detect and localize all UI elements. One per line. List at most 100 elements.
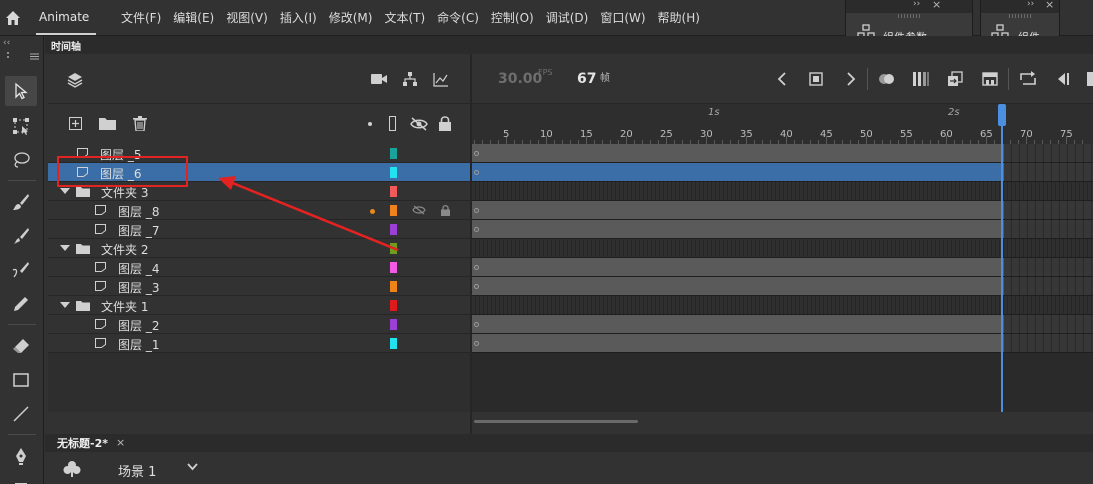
fps-value[interactable]: 30.00 [498,71,542,87]
app-name[interactable]: Animate [39,10,89,24]
insert-keyframe-icon[interactable] [809,72,823,86]
scene-icon[interactable] [63,460,81,477]
layer-frame-row[interactable] [472,277,1093,296]
scene-name[interactable]: 场景 1 [118,461,156,480]
folder-row[interactable]: 文件夹 1 [48,296,470,315]
empty-frames[interactable] [1004,201,1093,219]
expand-triangle-icon[interactable] [60,245,70,251]
collapse-arrows-icon[interactable]: ›› [1027,0,1034,9]
menu-item[interactable]: 视图(V) [226,9,268,26]
close-document-icon[interactable]: × [116,436,125,449]
layer-frame-row[interactable] [472,220,1093,239]
empty-frames[interactable] [1004,277,1093,295]
keyframe-marker[interactable] [474,322,479,327]
frame-span[interactable] [472,163,1004,181]
layer-name[interactable]: 图层 _1 [118,336,159,353]
expand-arrows-icon[interactable]: ‹‹ [3,38,10,48]
menu-item[interactable]: 帮助(H) [658,9,700,26]
loop-icon[interactable] [1019,71,1037,87]
edit-multiple-frames-icon[interactable] [947,71,963,87]
horizontal-scrollbar[interactable] [472,412,1093,434]
folder-frame-row[interactable] [472,296,1093,315]
home-icon[interactable] [4,9,22,27]
frame-span[interactable] [472,315,1004,333]
layer-name[interactable]: 文件夹 2 [101,241,148,258]
frame-span[interactable] [472,220,1004,238]
lasso-tool-icon[interactable] [9,148,33,172]
keyframe-marker[interactable] [474,170,479,175]
outline-column-icon[interactable] [389,116,396,131]
frame-span[interactable] [472,201,1004,219]
chevron-down-icon[interactable] [187,463,198,471]
close-icon[interactable]: × [932,0,941,11]
layer-frame-row[interactable] [472,163,1093,182]
menu-item[interactable]: 命令(C) [437,9,479,26]
frame-span[interactable] [472,144,1004,162]
layer-parenting-icon[interactable] [402,71,418,87]
keyframe-marker[interactable] [474,284,479,289]
layer-color-swatch[interactable] [390,262,397,273]
menu-item[interactable]: 修改(M) [329,9,373,26]
frame-span[interactable] [472,334,1004,352]
layer-frame-row[interactable] [472,315,1093,334]
visibility-column-icon[interactable] [410,117,428,131]
paint-brush-tool-icon[interactable] [9,224,33,248]
onion-skin-icon[interactable] [878,72,896,86]
expand-triangle-icon[interactable] [60,188,70,194]
next-keyframe-icon[interactable] [846,72,856,86]
layer-name[interactable]: 图层 _4 [118,260,159,277]
keyframe-marker[interactable] [474,151,479,156]
empty-frames[interactable] [1004,163,1093,181]
menu-item[interactable]: 文本(T) [384,9,425,26]
layer-frame-row[interactable] [472,258,1093,277]
close-icon[interactable]: × [1045,0,1054,11]
graph-icon[interactable] [433,72,449,87]
panel-grip[interactable] [898,14,920,18]
new-folder-icon[interactable] [99,117,116,130]
layer-name[interactable]: 图层 _8 [118,203,159,220]
layer-row[interactable]: 图层 _4 [48,258,470,277]
frame-view-icon[interactable] [982,72,998,86]
camera-icon[interactable] [371,73,387,85]
brush-tool-icon[interactable] [9,190,33,214]
layer-row[interactable]: 图层 _2 [48,315,470,334]
layer-name[interactable]: 图层 _2 [118,317,159,334]
toolbar-grip-icon[interactable] [6,51,40,61]
menu-item[interactable]: 插入(I) [280,9,317,26]
layer-name[interactable]: 文件夹 1 [101,298,148,315]
layer-color-swatch[interactable] [390,281,397,292]
go-to-first-frame-icon[interactable] [1055,72,1069,86]
expand-triangle-icon[interactable] [60,302,70,308]
keyframe-marker[interactable] [474,341,479,346]
document-tab[interactable]: 无标题-2* [57,435,108,451]
empty-frames[interactable] [1004,334,1093,352]
highlight-column-icon[interactable] [368,122,372,126]
timeline-tab[interactable]: 时间轴 [51,38,81,53]
pencil-tool-icon[interactable] [9,292,33,316]
menu-item[interactable]: 文件(F) [121,9,161,26]
empty-frames[interactable] [1004,144,1093,162]
frame-span[interactable] [472,277,1004,295]
empty-frames[interactable] [1004,315,1093,333]
layer-color-swatch[interactable] [390,300,397,311]
layers-stack-icon[interactable] [67,72,83,88]
fluid-brush-tool-icon[interactable] [9,258,33,282]
empty-frames[interactable] [1004,258,1093,276]
new-layer-icon[interactable] [69,117,82,130]
scrollbar-thumb[interactable] [474,420,638,423]
selection-tool-icon[interactable] [5,76,37,106]
eraser-tool-icon[interactable] [9,334,33,358]
layer-frame-row[interactable] [472,144,1093,163]
panel-grip[interactable] [1009,14,1031,18]
empty-frames[interactable] [1004,220,1093,238]
current-frame-value[interactable]: 67 [577,71,596,87]
rectangle-tool-icon[interactable] [9,368,33,392]
menu-item[interactable]: 编辑(E) [173,9,214,26]
layer-color-swatch[interactable] [390,338,397,349]
keyframe-marker[interactable] [474,265,479,270]
text-tool-icon[interactable] [9,474,33,484]
hidden-eye-icon[interactable] [412,205,426,215]
playhead-line[interactable] [1001,104,1003,412]
free-transform-tool-icon[interactable] [9,114,33,138]
layer-name[interactable]: 图层 _7 [118,222,159,239]
